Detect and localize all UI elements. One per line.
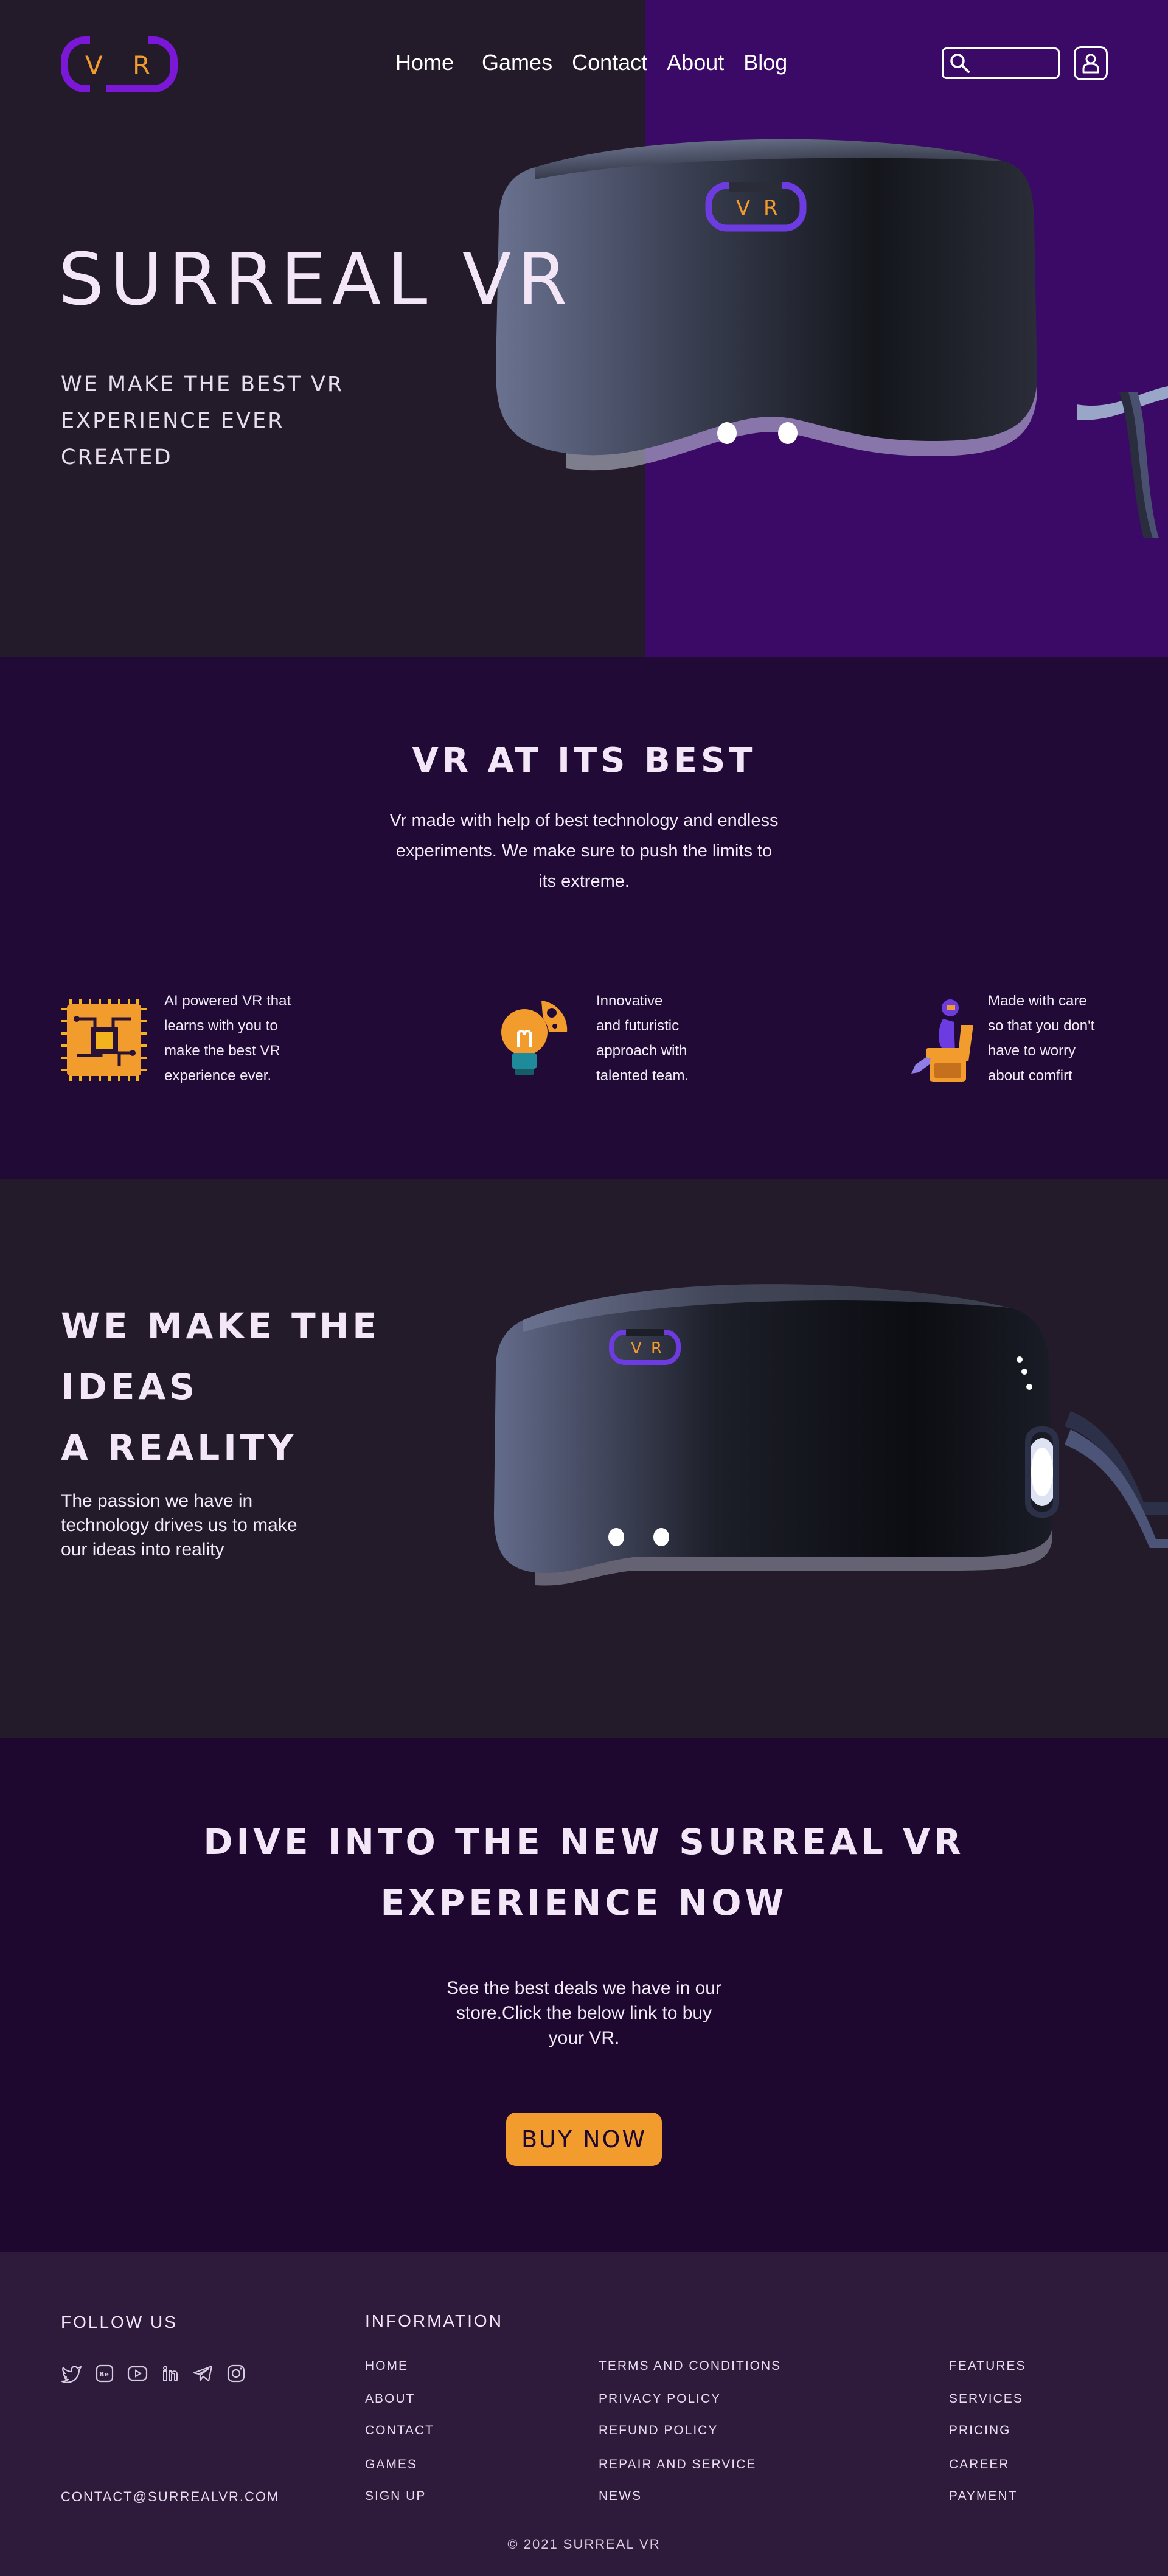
hero-title: SURREAL VR [58, 237, 574, 321]
hero-subtitle-line: CREATED [61, 445, 173, 470]
behance-icon[interactable]: Bē [94, 2362, 116, 2384]
user-icon [1082, 54, 1099, 74]
search-box[interactable] [942, 47, 1060, 79]
footer-link-pricing[interactable]: PRICING [949, 2423, 1011, 2438]
feature-line: learns with you to [164, 1018, 278, 1034]
account-button[interactable] [1074, 46, 1108, 80]
footer-link-contact[interactable]: CONTACT [365, 2423, 434, 2438]
logo-letter-v: V [85, 50, 103, 80]
main-nav: Home Games Contact About Blog [395, 50, 807, 75]
footer-link-games[interactable]: GAMES [365, 2457, 417, 2472]
nav-contact[interactable]: Contact [572, 50, 647, 75]
footer-link-career[interactable]: CAREER [949, 2457, 1010, 2472]
feature-line: and futuristic [596, 1018, 680, 1034]
footer-link-about[interactable]: ABOUT [365, 2392, 415, 2406]
feature-text: AI powered VR that learns with you to ma… [164, 988, 310, 1088]
vr-headset-side-image: V R [494, 1284, 1168, 1586]
feature-line: have to worry [988, 1043, 1076, 1059]
ideas-title-line: A REALITY [61, 1427, 297, 1468]
hero-subtitle-line: EXPERIENCE EVER [61, 409, 285, 433]
linkedin-icon[interactable] [159, 2362, 181, 2384]
follow-us-heading: FOLLOW US [61, 2313, 178, 2331]
footer-link-repair[interactable]: REPAIR AND SERVICE [599, 2457, 756, 2472]
svg-text:V: V [736, 196, 750, 220]
youtube-icon[interactable] [127, 2362, 148, 2384]
footer-link-features[interactable]: FEATURES [949, 2359, 1026, 2373]
ideas-title-line: WE MAKE THE IDEAS [61, 1305, 380, 1408]
vr-chair-person-icon [911, 999, 973, 1082]
feature-text: Made with care so that you don't have to… [988, 988, 1110, 1088]
feature-line: about comfirt [988, 1068, 1072, 1084]
svg-text:Bē: Bē [99, 2370, 109, 2378]
cta-description: See the best deals we have in our store.… [447, 1978, 721, 2048]
feature-line: experience ever. [164, 1068, 272, 1084]
cta-title: DIVE INTO THE NEW SURREAL VR EXPERIENCE … [0, 1811, 1168, 1933]
footer-link-terms[interactable]: TERMS AND CONDITIONS [599, 2359, 781, 2373]
footer-link-privacy[interactable]: PRIVACY POLICY [599, 2392, 721, 2406]
ideas-description: The passion we have in technology drives… [61, 1491, 297, 1560]
chip-icon [61, 999, 147, 1081]
svg-text:R: R [651, 1339, 662, 1358]
cta-title-line: EXPERIENCE NOW [380, 1882, 788, 1923]
feature-line: talented team. [596, 1068, 689, 1084]
footer-link-payment[interactable]: PAYMENT [949, 2489, 1017, 2504]
buy-now-button[interactable]: BUY NOW [506, 2113, 662, 2166]
footer [0, 2252, 1168, 2576]
lightbulb-puzzle-icon [501, 1001, 568, 1075]
feature-line: so that you don't [988, 1018, 1095, 1034]
footer-link-news[interactable]: NEWS [599, 2489, 642, 2504]
nav-blog[interactable]: Blog [743, 50, 787, 75]
logo-icon[interactable]: V R [61, 36, 178, 92]
hero-section: V R V R Home Games Contact About Blog SU… [0, 0, 1168, 657]
social-links: Bē [61, 2362, 247, 2384]
contact-email[interactable]: CONTACT@SURREALVR.COM [61, 2489, 279, 2505]
hero-subtitle-line: WE MAKE THE BEST VR [61, 372, 344, 397]
feature-line: AI powered VR that [164, 993, 291, 1009]
nav-home[interactable]: Home [395, 50, 454, 75]
nav-games[interactable]: Games [482, 50, 552, 75]
search-icon[interactable] [950, 53, 970, 74]
svg-text:V: V [631, 1339, 642, 1358]
feature-line: make the best VR [164, 1043, 280, 1059]
feature-item: Made with care so that you don't have to… [894, 988, 1138, 1098]
footer-link-home[interactable]: HOME [365, 2359, 408, 2373]
twitter-icon[interactable] [61, 2362, 83, 2384]
vr-headset-image: V R [496, 139, 1168, 538]
footer-link-sign-up[interactable]: SIGN UP [365, 2489, 426, 2504]
feature-item: Innovative and futuristic approach with … [494, 988, 737, 1098]
feature-line: approach with [596, 1043, 687, 1059]
footer-link-services[interactable]: SERVICES [949, 2392, 1023, 2406]
feature-line: Innovative [596, 993, 663, 1009]
nav-about[interactable]: About [667, 50, 724, 75]
feature-item: AI powered VR that learns with you to ma… [58, 988, 338, 1098]
ideas-title: WE MAKE THE IDEAS A REALITY [61, 1296, 487, 1478]
hero-subtitle: WE MAKE THE BEST VR EXPERIENCE EVER CREA… [61, 366, 377, 476]
information-heading: INFORMATION [365, 2311, 503, 2330]
copyright: © 2021 SURREAL VR [507, 2536, 661, 2552]
logo-letter-r: R [133, 50, 150, 80]
features-description: Vr made with help of best technology and… [389, 811, 779, 891]
cta-title-line: DIVE INTO THE NEW SURREAL VR [203, 1821, 965, 1863]
feature-line: Made with care [988, 993, 1087, 1009]
features-section [0, 657, 1168, 1179]
footer-link-refund[interactable]: REFUND POLICY [599, 2423, 718, 2438]
feature-text: Innovative and futuristic approach with … [596, 988, 706, 1088]
instagram-icon[interactable] [225, 2362, 247, 2384]
svg-text:R: R [763, 196, 778, 220]
features-title: VR AT ITS BEST [412, 741, 756, 780]
telegram-icon[interactable] [192, 2362, 214, 2384]
search-input[interactable] [973, 53, 1055, 74]
